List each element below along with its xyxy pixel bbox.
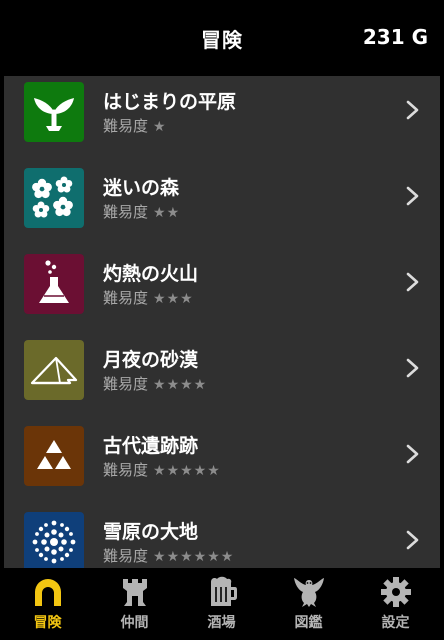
difficulty-label: 難易度 — [103, 461, 149, 479]
gear-icon — [380, 577, 411, 607]
tab-encyclopedia[interactable]: 図鑑 — [265, 568, 352, 636]
header: 冒険 231 G — [4, 4, 440, 76]
tab-bar: 冒険 仲間 酒場 図鑑 設定 — [4, 568, 440, 636]
difficulty-label: 難易度 — [103, 289, 149, 307]
difficulty-stars: ★★★★★★ — [153, 549, 235, 565]
area-difficulty: 難易度 ★★★★★ — [103, 459, 221, 480]
chevron-right-icon — [406, 272, 419, 292]
difficulty-stars: ★ — [153, 119, 167, 135]
chevron-right-icon — [406, 444, 419, 464]
chevron-right-icon — [406, 100, 419, 120]
area-name: 雪原の大地 — [103, 521, 199, 543]
area-difficulty: 難易度 ★★★★ — [103, 373, 207, 394]
difficulty-label: 難易度 — [103, 375, 149, 393]
triforce-icon — [24, 426, 84, 486]
area-list: はじまりの平原 難易度 ★ 迷いの森 難易度 ★★ 灼熱の火山 難易度 ★★★ … — [4, 76, 440, 568]
area-row-desert[interactable]: 月夜の砂漠 難易度 ★★★★ — [4, 327, 440, 413]
area-difficulty: 難易度 ★★ — [103, 201, 180, 222]
area-name: はじまりの平原 — [103, 91, 237, 113]
difficulty-stars: ★★ — [153, 205, 181, 221]
area-name: 古代遺跡跡 — [103, 435, 199, 457]
difficulty-stars: ★★★★★ — [153, 463, 221, 479]
difficulty-stars: ★★★★ — [153, 377, 208, 393]
difficulty-label: 難易度 — [103, 117, 149, 135]
tab-label: 仲間 — [120, 615, 149, 631]
area-row-ruins[interactable]: 古代遺跡跡 難易度 ★★★★★ — [4, 413, 440, 499]
gold-counter: 231 G — [362, 25, 428, 49]
tab-label: 図鑑 — [294, 615, 323, 631]
tab-settings[interactable]: 設定 — [352, 568, 439, 636]
beer-mug-icon — [210, 576, 237, 606]
area-difficulty: 難易度 ★ — [103, 115, 167, 136]
snowflake-icon — [24, 512, 84, 568]
dragon-icon — [293, 578, 324, 607]
difficulty-stars: ★★★ — [153, 291, 194, 307]
tab-label: 酒場 — [207, 615, 236, 631]
area-row-plains[interactable]: はじまりの平原 難易度 ★ — [4, 76, 440, 155]
tab-adventure[interactable]: 冒険 — [4, 568, 91, 636]
tab-label: 設定 — [381, 615, 410, 631]
area-name: 月夜の砂漠 — [103, 349, 199, 371]
flowers-icon — [24, 168, 84, 228]
volcano-flask-icon — [24, 254, 84, 314]
difficulty-label: 難易度 — [103, 203, 149, 221]
chevron-right-icon — [406, 186, 419, 206]
chevron-right-icon — [406, 530, 419, 550]
castle-tower-icon — [122, 579, 147, 606]
arch-icon — [34, 579, 61, 606]
area-row-volcano[interactable]: 灼熱の火山 難易度 ★★★ — [4, 241, 440, 327]
tab-party[interactable]: 仲間 — [91, 568, 178, 636]
difficulty-label: 難易度 — [103, 547, 149, 565]
area-name: 迷いの森 — [103, 177, 180, 199]
area-row-snowfield[interactable]: 雪原の大地 難易度 ★★★★★★ — [4, 499, 440, 568]
area-row-forest[interactable]: 迷いの森 難易度 ★★ — [4, 155, 440, 241]
sprout-icon — [24, 82, 84, 142]
tent-icon — [24, 340, 84, 400]
area-difficulty: 難易度 ★★★ — [103, 287, 194, 308]
area-name: 灼熱の火山 — [103, 263, 199, 285]
tab-label: 冒険 — [33, 615, 62, 631]
app-frame: 冒険 231 G はじまりの平原 難易度 ★ 迷いの森 難易度 ★★ 灼熱の火山… — [4, 4, 440, 636]
tab-tavern[interactable]: 酒場 — [178, 568, 265, 636]
chevron-right-icon — [406, 358, 419, 378]
area-difficulty: 難易度 ★★★★★★ — [103, 545, 234, 566]
